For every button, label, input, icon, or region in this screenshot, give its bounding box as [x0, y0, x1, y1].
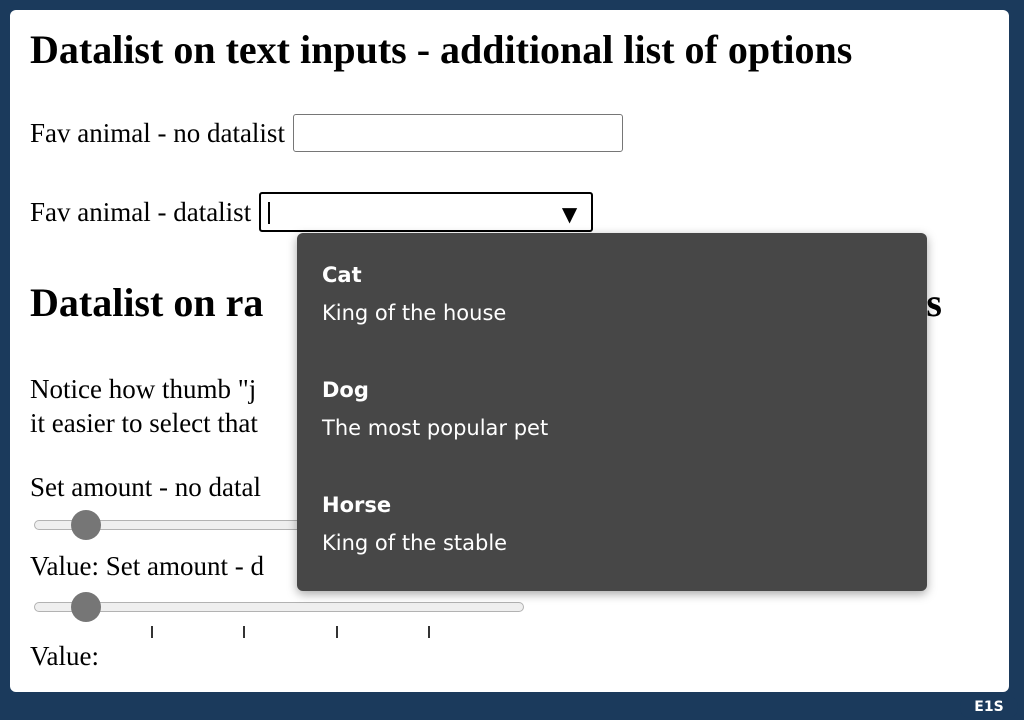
fav-animal-datalist-label: Fav animal - datalist: [30, 196, 252, 227]
option-title: Cat: [322, 263, 362, 287]
option-description: The most popular pet: [322, 416, 549, 440]
slider-thumb[interactable]: [71, 592, 101, 622]
slider-tick-mark: [151, 626, 153, 638]
browser-viewport: Datalist on text inputs - additional lis…: [10, 10, 1009, 692]
slider-thumb[interactable]: [71, 510, 101, 540]
fav-animal-no-datalist-row: Fav animal - no datalist: [30, 114, 623, 152]
heading-text-inputs: Datalist on text inputs - additional lis…: [30, 27, 853, 72]
set-amount-datalist-slider[interactable]: [34, 592, 524, 622]
set-amount-datalist-label: Value: Set amount - d: [30, 551, 264, 581]
option-description: King of the stable: [322, 531, 508, 555]
text-caret: [268, 202, 271, 224]
slider-tick-mark: [428, 626, 430, 638]
heading-range-start: Datalist on ra: [30, 280, 264, 325]
fav-animal-datalist-input[interactable]: ▼: [259, 192, 594, 232]
fav-animal-datalist-row: Fav animal - datalist ▼: [30, 192, 594, 232]
fav-animal-no-datalist-input[interactable]: [292, 114, 623, 152]
datalist-option-horse[interactable]: Horse King of the stable: [322, 493, 902, 583]
option-title: Horse: [322, 493, 392, 517]
set-amount-no-datalist-label: Set amount - no datal: [30, 472, 261, 502]
brand-badge: E1S: [960, 696, 1018, 718]
option-description: King of the house: [322, 301, 507, 325]
slider-tick-mark: [336, 626, 338, 638]
fav-animal-no-datalist-label: Fav animal - no datalist: [30, 117, 285, 148]
slider-tick-mark: [243, 626, 245, 638]
dropdown-arrow-icon[interactable]: ▼: [562, 202, 577, 226]
datalist-option-cat[interactable]: Cat King of the house: [322, 263, 902, 353]
option-title: Dog: [322, 378, 369, 402]
datalist-dropdown: Cat King of the house Dog The most popul…: [297, 233, 927, 591]
value-label: Value:: [30, 641, 99, 671]
datalist-option-dog[interactable]: Dog The most popular pet: [322, 378, 902, 468]
